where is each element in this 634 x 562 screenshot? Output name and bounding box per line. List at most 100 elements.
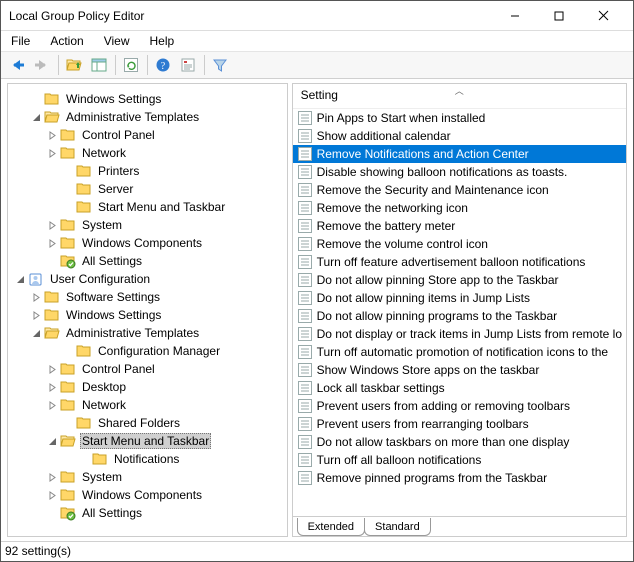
help-icon[interactable]: ? [151,54,175,76]
tree-node[interactable]: Server [12,180,283,198]
minimize-button[interactable] [493,2,537,30]
menu-view[interactable]: View [100,32,134,50]
setting-label: Prevent users from adding or removing to… [317,399,570,413]
tree-node[interactable]: Printers [12,162,283,180]
setting-row[interactable]: Remove the battery meter [293,217,626,235]
setting-row[interactable]: Remove the networking icon [293,199,626,217]
setting-label: Do not allow pinning programs to the Tas… [317,309,558,323]
policy-icon [297,452,313,468]
expand-icon[interactable] [28,289,44,305]
tree-node[interactable]: All Settings [12,504,283,522]
menu-action[interactable]: Action [46,32,87,50]
tree-label: Windows Components [80,236,204,250]
expand-icon[interactable] [44,469,60,485]
tree-node[interactable]: Windows Settings [12,306,283,324]
folder-open-icon [44,109,60,125]
setting-row[interactable]: Turn off automatic promotion of notifica… [293,343,626,361]
back-icon[interactable] [5,54,29,76]
window-title: Local Group Policy Editor [9,9,493,23]
folder-icon [60,235,76,251]
tree-node[interactable]: Administrative Templates [12,108,283,126]
tree-node[interactable]: Administrative Templates [12,324,283,342]
filter-icon[interactable] [208,54,232,76]
refresh-icon[interactable] [119,54,143,76]
allsettings-icon [60,505,76,521]
setting-row[interactable]: Prevent users from rearranging toolbars [293,415,626,433]
setting-label: Disable showing balloon notifications as… [317,165,568,179]
tree-node[interactable]: All Settings [12,252,283,270]
tree-pane-icon[interactable] [87,54,111,76]
setting-row[interactable]: Prevent users from adding or removing to… [293,397,626,415]
tree-node[interactable]: Shared Folders [12,414,283,432]
expand-icon[interactable] [44,487,60,503]
policy-icon [297,470,313,486]
tree-label: Server [96,182,135,196]
setting-row[interactable]: Remove the Security and Maintenance icon [293,181,626,199]
tree-node[interactable]: Windows Components [12,486,283,504]
tree-node[interactable]: Configuration Manager [12,342,283,360]
expand-icon[interactable] [44,379,60,395]
tree-node[interactable]: Software Settings [12,288,283,306]
setting-row[interactable]: Lock all taskbar settings [293,379,626,397]
expand-icon[interactable] [44,235,60,251]
forward-icon[interactable] [30,54,54,76]
setting-row[interactable]: Show Windows Store apps on the taskbar [293,361,626,379]
collapse-icon[interactable] [44,433,60,449]
settings-list[interactable]: Pin Apps to Start when installedShow add… [293,109,626,516]
tab-standard[interactable]: Standard [364,518,431,536]
menu-file[interactable]: File [7,32,34,50]
tree-node[interactable]: Windows Components [12,234,283,252]
setting-row[interactable]: Do not allow pinning programs to the Tas… [293,307,626,325]
expand-icon[interactable] [44,397,60,413]
tree-node[interactable]: Start Menu and Taskbar [12,198,283,216]
setting-row[interactable]: Remove the volume control icon [293,235,626,253]
expand-icon[interactable] [44,127,60,143]
setting-row[interactable]: Do not allow pinning items in Jump Lists [293,289,626,307]
setting-row[interactable]: Disable showing balloon notifications as… [293,163,626,181]
tree-node[interactable]: User Configuration [12,270,283,288]
setting-label: Remove Notifications and Action Center [317,147,529,161]
tree-node[interactable]: Network [12,144,283,162]
setting-row[interactable]: Show additional calendar [293,127,626,145]
setting-label: Do not allow pinning Store app to the Ta… [317,273,559,287]
tree-label: Software Settings [64,290,162,304]
collapse-icon[interactable] [12,271,28,287]
tab-extended[interactable]: Extended [297,518,365,536]
props-icon[interactable] [176,54,200,76]
setting-row[interactable]: Do not allow pinning Store app to the Ta… [293,271,626,289]
menu-help[interactable]: Help [146,32,179,50]
status-bar: 92 setting(s) [1,541,633,561]
expand-icon[interactable] [44,145,60,161]
tree-node[interactable]: Desktop [12,378,283,396]
tree-node[interactable]: Notifications [12,450,283,468]
close-button[interactable] [581,2,625,30]
expand-icon[interactable] [44,217,60,233]
tree-node[interactable]: Start Menu and Taskbar [12,432,283,450]
tree-node[interactable]: Control Panel [12,360,283,378]
tree-node[interactable]: Control Panel [12,126,283,144]
collapse-icon[interactable] [28,325,44,341]
tree-pane[interactable]: Windows SettingsAdministrative Templates… [7,83,288,537]
setting-label: Remove the Security and Maintenance icon [317,183,549,197]
tree-node[interactable]: Windows Settings [12,90,283,108]
sort-ascending-icon: ︿ [455,84,464,97]
expand-icon[interactable] [28,307,44,323]
expand-icon[interactable] [44,361,60,377]
collapse-icon[interactable] [28,109,44,125]
setting-row[interactable]: Turn off all balloon notifications [293,451,626,469]
setting-row[interactable]: Remove Notifications and Action Center [293,145,626,163]
setting-row[interactable]: Do not display or track items in Jump Li… [293,325,626,343]
folder-icon [60,397,76,413]
setting-row[interactable]: Turn off feature advertisement balloon n… [293,253,626,271]
tree-node[interactable]: System [12,468,283,486]
maximize-button[interactable] [537,2,581,30]
setting-label: Remove pinned programs from the Taskbar [317,471,548,485]
tree-node[interactable]: System [12,216,283,234]
tree-node[interactable]: Network [12,396,283,414]
setting-row[interactable]: Pin Apps to Start when installed [293,109,626,127]
up-folder-icon[interactable] [62,54,86,76]
setting-row[interactable]: Remove pinned programs from the Taskbar [293,469,626,487]
setting-label: Prevent users from rearranging toolbars [317,417,529,431]
tree-label: Windows Components [80,488,204,502]
setting-row[interactable]: Do not allow taskbars on more than one d… [293,433,626,451]
